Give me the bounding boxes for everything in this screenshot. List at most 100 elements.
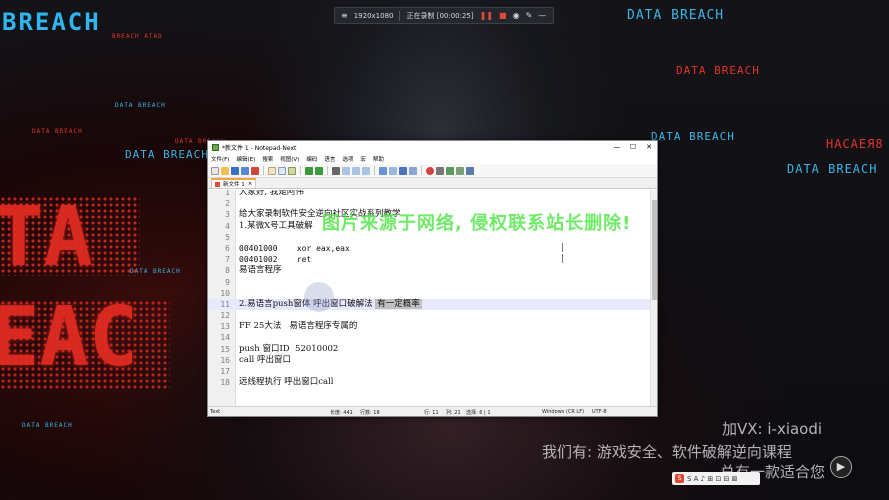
- collapse-icon[interactable]: —: [538, 11, 546, 20]
- find-icon[interactable]: [342, 166, 350, 175]
- divider: [421, 166, 422, 175]
- show-all-chars-icon[interactable]: [389, 166, 397, 175]
- status-lines: 行数: 18: [360, 410, 380, 416]
- sogou-icon: S: [675, 474, 684, 483]
- run-macro-multiple-icon[interactable]: [456, 166, 464, 175]
- menu-help[interactable]: 帮助: [373, 155, 384, 163]
- minimize-button[interactable]: —: [609, 141, 625, 153]
- watermark-text: 图片来源于网络, 侵权联系站长删除!: [322, 213, 632, 234]
- tab-close-icon[interactable]: ×: [248, 181, 253, 187]
- screen-recorder-bar: ≡ 1920x1080 正在录制 [00:00:25] ❚❚ ■ ◉ ✎ —: [334, 7, 554, 24]
- divider: [327, 166, 328, 175]
- pause-icon[interactable]: ❚❚: [480, 11, 493, 20]
- print-icon[interactable]: [332, 166, 340, 175]
- editor-line: 6 00401000 xor eax,eax |: [225, 242, 566, 253]
- close-file-icon[interactable]: [251, 166, 259, 175]
- status-length: 长度: 441: [330, 410, 353, 416]
- wallpaper-label: DATA BREACH: [787, 162, 878, 176]
- status-bar: Text 长度: 441 行数: 18 行: 11 列: 21 选择: 6 | …: [208, 406, 657, 416]
- editor-line: 8 易语言程序: [225, 265, 282, 276]
- stop-macro-icon[interactable]: [436, 166, 444, 175]
- close-button[interactable]: ✕: [641, 141, 657, 153]
- status-language[interactable]: Text: [210, 409, 220, 415]
- menu-edit[interactable]: 编辑(E): [236, 155, 255, 163]
- save-macro-icon[interactable]: [466, 166, 474, 175]
- wallpaper-label: DATA BREACH: [676, 64, 760, 77]
- toolbar: [208, 164, 657, 178]
- wallpaper-label: DATA BREACH: [651, 130, 735, 143]
- tab-new-file-1[interactable]: 新文件 1 ×: [211, 178, 257, 188]
- recording-status: 正在录制 [00:00:25]: [406, 11, 474, 20]
- status-eol[interactable]: Windows (CR LF): [542, 409, 584, 415]
- play-icon[interactable]: ▶: [830, 456, 852, 478]
- record-macro-icon[interactable]: [426, 166, 434, 175]
- editor-line: 1 大家好, 我是阿伟: [225, 190, 304, 197]
- wallpaper-label: DATA BREACH: [627, 8, 725, 23]
- app-icon: [212, 143, 219, 151]
- doc-map-icon[interactable]: [409, 166, 417, 175]
- window-titlebar[interactable]: *新文件 1 - Notepad-Next — ☐ ✕: [208, 141, 657, 153]
- unsaved-icon: [215, 181, 220, 187]
- column-marker: |: [560, 242, 566, 253]
- mouse-cursor-highlight: [304, 282, 334, 312]
- menu-language[interactable]: 语言: [324, 155, 335, 163]
- selected-text: 有一定概率: [375, 298, 422, 309]
- new-file-icon[interactable]: [211, 166, 219, 175]
- status-col: 列: 21: [446, 410, 461, 416]
- play-macro-icon[interactable]: [446, 166, 454, 175]
- editor-line: 14: [220, 333, 230, 343]
- editor-line: 17: [220, 367, 230, 376]
- undo-icon[interactable]: [305, 166, 313, 175]
- menu-view[interactable]: 视图(V): [280, 155, 299, 163]
- promo-courses: 我们有: 游戏安全、软件破解逆向课程: [542, 443, 792, 461]
- menu-options[interactable]: 选项: [342, 155, 353, 163]
- menu-icon[interactable]: ≡: [341, 11, 348, 20]
- menu-macro[interactable]: 宏: [360, 155, 366, 163]
- window-controls: — ☐ ✕: [609, 141, 657, 153]
- ime-status: S A ♪ ⊞ ⊡ ⊟ ⊠: [687, 474, 738, 483]
- open-folder-icon[interactable]: [221, 166, 229, 175]
- wallpaper-big-red-word: TA: [0, 190, 93, 285]
- wallpaper-label: DATA BREACH: [125, 148, 209, 161]
- column-marker: |: [560, 254, 566, 265]
- menu-encoding[interactable]: 编码: [306, 155, 317, 163]
- input-method-bar[interactable]: S S A ♪ ⊞ ⊡ ⊟ ⊠: [672, 472, 760, 485]
- maximize-button[interactable]: ☐: [625, 141, 641, 153]
- divider: [399, 10, 401, 21]
- wallpaper-big-red-word: EAC: [0, 290, 139, 385]
- editor-line: 16 call 呼出窗口: [220, 354, 291, 365]
- promo-wechat: 加VX: i-xiaodi: [722, 420, 823, 438]
- menu-bar: 文件(F) 编辑(E) 搜索 视图(V) 编码 语言 选项 宏 帮助: [208, 153, 657, 164]
- stop-icon[interactable]: ■: [499, 11, 507, 20]
- zoom-in-icon[interactable]: [352, 166, 360, 175]
- divider: [374, 166, 375, 175]
- copy-icon[interactable]: [278, 166, 286, 175]
- vertical-scrollbar[interactable]: [650, 190, 657, 407]
- camera-icon[interactable]: ◉: [513, 11, 520, 20]
- editor-line: 9: [225, 277, 230, 287]
- word-wrap-icon[interactable]: [379, 166, 387, 175]
- cut-icon[interactable]: [268, 166, 276, 175]
- editor-line: 2: [225, 199, 230, 209]
- save-all-icon[interactable]: [241, 166, 249, 175]
- menu-search[interactable]: 搜索: [262, 155, 273, 163]
- pen-icon[interactable]: ✎: [526, 11, 533, 20]
- editor-line: 18 远线程执行 呼出窗口call: [220, 377, 334, 388]
- status-selection: 选择: 6 | 1: [466, 410, 491, 416]
- editor-line: 10: [220, 288, 230, 298]
- save-icon[interactable]: [231, 166, 239, 175]
- scrollbar-thumb[interactable]: [652, 200, 657, 300]
- menu-file[interactable]: 文件(F): [211, 155, 229, 163]
- indent-guide-icon[interactable]: [399, 166, 407, 175]
- window-title: *新文件 1 - Notepad-Next: [222, 144, 297, 152]
- wallpaper-label: DATA BREACH: [32, 128, 83, 135]
- redo-icon[interactable]: [315, 166, 323, 175]
- divider: [300, 166, 301, 175]
- status-encoding[interactable]: UTF-8: [592, 409, 607, 415]
- paste-icon[interactable]: [288, 166, 296, 175]
- zoom-out-icon[interactable]: [362, 166, 370, 175]
- editor-line: 15 push 窗口ID 52010002: [220, 343, 339, 354]
- resolution-label: 1920x1080: [353, 11, 394, 20]
- status-row: 行: 11: [424, 410, 439, 416]
- tab-label: 新文件 1: [223, 182, 245, 188]
